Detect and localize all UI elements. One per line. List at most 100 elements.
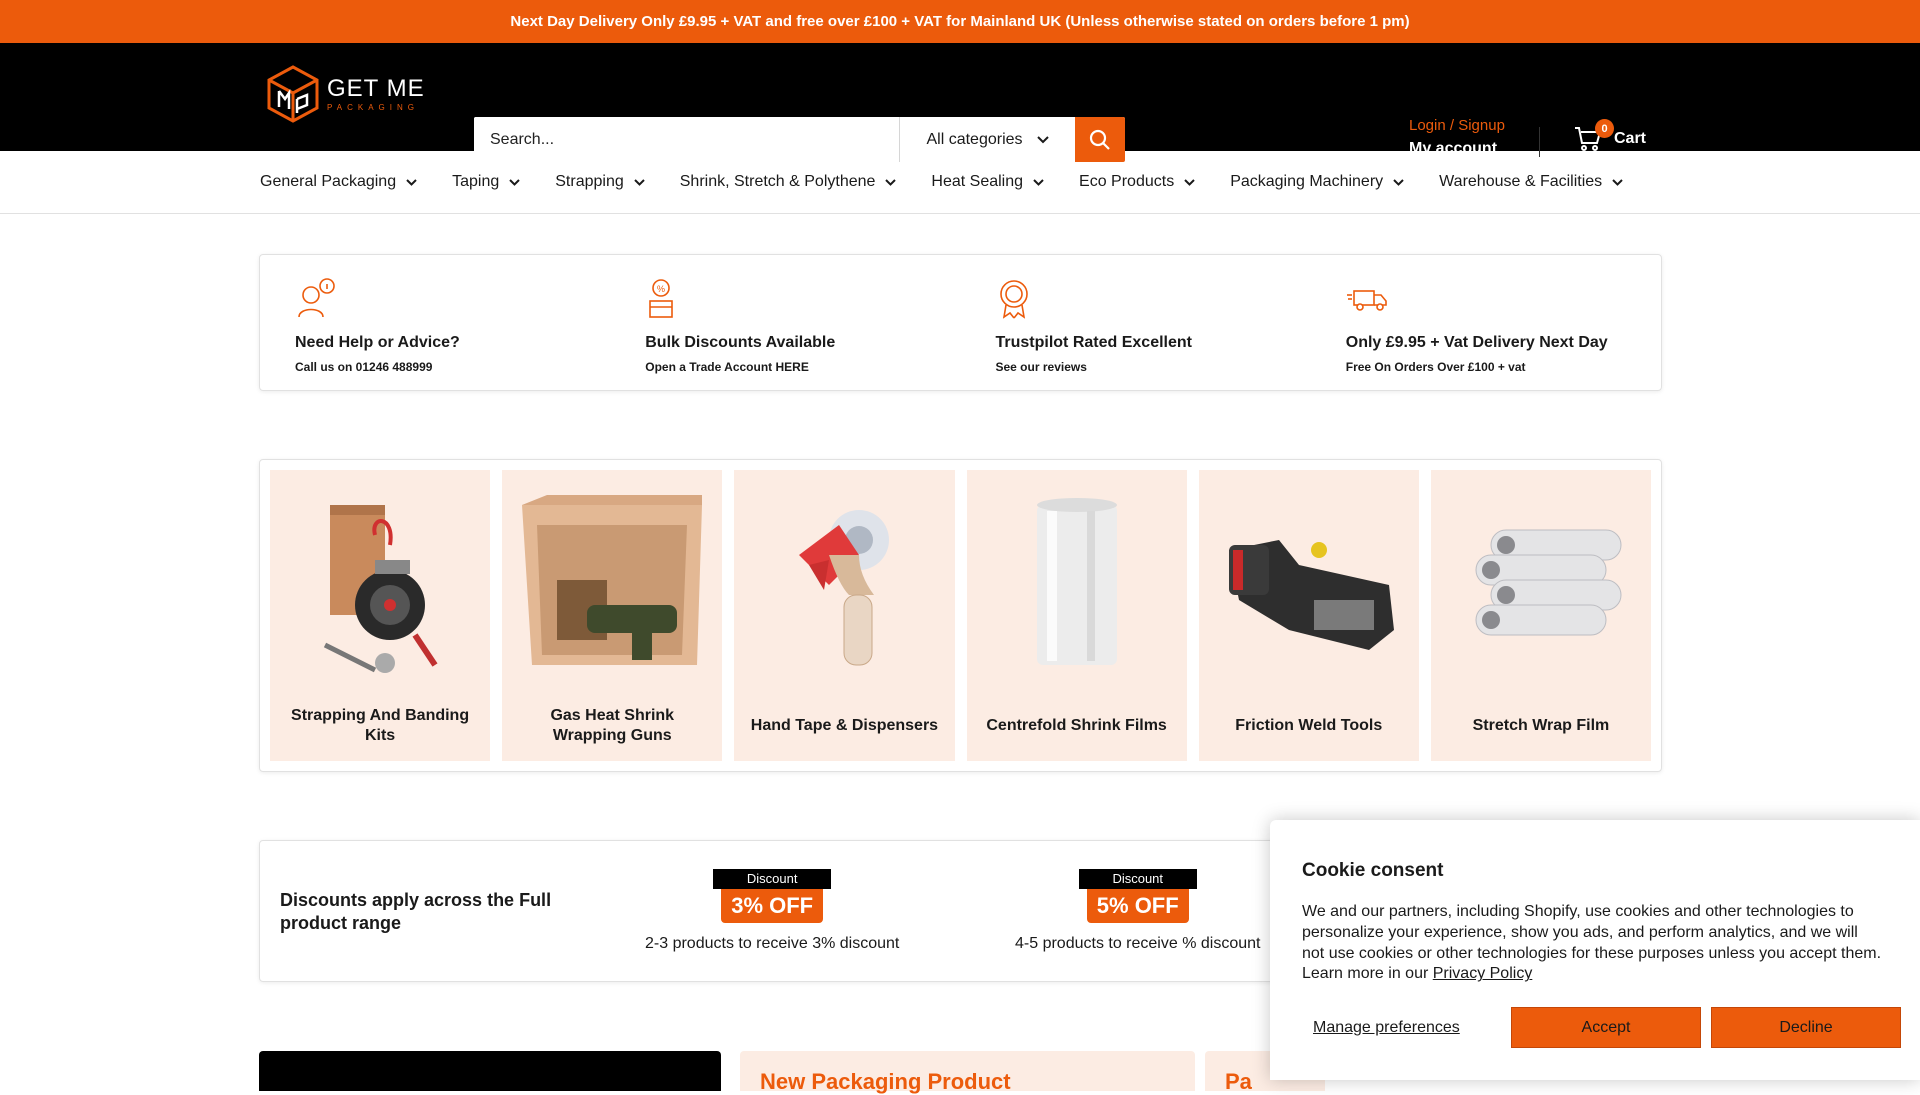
nav-item-strapping[interactable]: Strapping (555, 173, 645, 191)
promo-panel-new-products[interactable]: New Packaging Product (740, 1051, 1195, 1094)
nav-item-heat-sealing[interactable]: Heat Sealing (931, 173, 1044, 191)
award-badge-icon (999, 280, 1028, 319)
discount-amount: 3% OFF (721, 889, 824, 923)
category-card-friction-weld[interactable]: Friction Weld Tools (1198, 470, 1419, 761)
category-grid: Strapping And Banding Kits Gas Heat Shri… (259, 459, 1662, 772)
feature-subtitle: Free On Orders Over £100 + vat (1345, 360, 1526, 374)
cart-button[interactable]: 0 Cart (1574, 119, 1647, 153)
category-label: Centrefold Shrink Films (986, 717, 1167, 734)
nav-item-label: Taping (452, 173, 500, 190)
discount-description: 4-5 products to receive % discount (1015, 935, 1261, 952)
discount-badge: Discount 3% OFF (713, 869, 832, 923)
category-card-strapping-kits[interactable]: Strapping And Banding Kits (270, 470, 491, 761)
category-card-centrefold-films[interactable]: Centrefold Shrink Films (966, 470, 1187, 761)
promo-panel-heading: New Packaging Product (760, 1069, 1011, 1094)
search-bar: All categories (474, 117, 1125, 162)
promo-panel-dark (259, 1051, 721, 1091)
nav-item-label: Heat Sealing (931, 173, 1024, 190)
brand-logo[interactable]: GET ME PACKAGING (267, 65, 425, 123)
announcement-bar: Next Day Delivery Only £9.95 + VAT and f… (0, 0, 1920, 43)
account-area: Login / Signup My account (1409, 117, 1505, 158)
feature-title: Need Help or Advice? (295, 334, 460, 351)
search-button[interactable] (1075, 117, 1125, 162)
feature-title: Trustpilot Rated Excellent (995, 334, 1192, 351)
cookie-title: Cookie consent (1302, 860, 1444, 881)
chevron-down-icon (509, 178, 520, 186)
category-image (270, 470, 490, 700)
announcement-text: Next Day Delivery Only £9.95 + VAT and f… (510, 13, 1410, 30)
nav-item-label: Shrink, Stretch & Polythene (679, 173, 876, 190)
search-input[interactable] (474, 117, 899, 162)
chevron-down-icon (1184, 178, 1195, 186)
nav-item-general-packaging[interactable]: General Packaging (260, 173, 417, 191)
feature-title: Only £9.95 + Vat Delivery Next Day (1345, 334, 1608, 351)
delivery-truck-icon (1346, 290, 1387, 311)
feature-title: Bulk Discounts Available (645, 334, 836, 351)
cookie-body: We and our partners, including Shopify, … (1302, 902, 1882, 985)
nav-item-label: Warehouse & Facilities (1439, 173, 1603, 190)
chevron-down-icon (885, 178, 897, 186)
chevron-down-icon (1033, 178, 1044, 186)
feature-subtitle: See our reviews (995, 360, 1087, 374)
discount-tier-3: Discount 3% OFF 2-3 products to receive … (645, 869, 899, 953)
nav-item-label: General Packaging (260, 173, 397, 190)
feature-subtitle: Open a Trade Account HERE (645, 360, 809, 374)
category-select[interactable]: All categories (899, 117, 1075, 162)
logo-text: GET ME PACKAGING (327, 74, 425, 112)
discount-description: 2-3 products to receive 3% discount (645, 935, 900, 952)
category-card-stretch-wrap[interactable]: Stretch Wrap Film (1430, 470, 1652, 761)
nav-item-packaging-machinery[interactable]: Packaging Machinery (1230, 173, 1404, 191)
manage-preferences-link[interactable]: Manage preferences (1313, 1019, 1501, 1037)
chevron-down-icon (1393, 178, 1404, 186)
discount-ribbon: Discount (1078, 869, 1197, 889)
feature-subtitle: Call us on 01246 488999 (295, 360, 433, 374)
category-select-label: All categories (926, 130, 1023, 148)
nav-item-eco-products[interactable]: Eco Products (1079, 173, 1195, 191)
category-card-hand-tape[interactable]: Hand Tape & Dispensers (734, 470, 955, 761)
my-account-link[interactable]: My account (1409, 140, 1505, 158)
logo-tagline: PACKAGING (327, 102, 419, 112)
discount-title: Discounts apply across the Full product … (280, 890, 552, 933)
feature-help[interactable]: Need Help or Advice? Call us on 01246 48… (260, 255, 610, 390)
header-divider (1539, 127, 1540, 157)
feature-trustpilot[interactable]: Trustpilot Rated Excellent See our revie… (961, 255, 1311, 390)
category-label: Stretch Wrap Film (1472, 717, 1610, 734)
category-label: Hand Tape & Dispensers (750, 717, 939, 734)
logo-cube-icon (267, 65, 319, 123)
nav-item-warehouse[interactable]: Warehouse & Facilities (1439, 173, 1623, 191)
cookie-body-text: We and our partners, including Shopify, … (1302, 903, 1882, 983)
logo-name: GET ME (327, 74, 425, 102)
chevron-down-icon (406, 178, 417, 186)
support-agent-icon (298, 278, 335, 318)
privacy-policy-link[interactable]: Privacy Policy (1433, 965, 1533, 982)
chevron-down-icon (1036, 135, 1049, 143)
discount-tier-5: Discount 5% OFF 4-5 products to receive … (1015, 869, 1260, 953)
search-icon (1089, 129, 1110, 150)
category-image (734, 470, 954, 700)
category-label: Gas Heat Shrink Wrapping Guns (550, 707, 675, 744)
site-header: GET ME PACKAGING All categories Login / … (0, 43, 1920, 162)
cart-count-badge: 0 (1595, 119, 1614, 138)
nav-item-label: Strapping (555, 173, 624, 190)
svg-text:%: % (657, 284, 665, 294)
chevron-down-icon (634, 178, 645, 186)
nav-item-label: Packaging Machinery (1230, 173, 1384, 190)
chevron-down-icon (1612, 178, 1623, 186)
cart-icon: 0 (1574, 119, 1614, 153)
discount-ribbon: Discount (713, 869, 832, 889)
category-label: Friction Weld Tools (1235, 717, 1383, 734)
cart-label: Cart (1614, 130, 1647, 147)
nav-item-shrink-stretch[interactable]: Shrink, Stretch & Polythene (680, 173, 897, 191)
cookie-actions: Manage preferences Accept Decline (1302, 1007, 1901, 1048)
discount-box-icon: % (649, 279, 674, 318)
category-image (1431, 470, 1651, 700)
nav-item-taping[interactable]: Taping (452, 173, 520, 191)
login-signup-link[interactable]: Login / Signup (1409, 117, 1505, 134)
category-image (502, 470, 722, 700)
feature-delivery[interactable]: Only £9.95 + Vat Delivery Next Day Free … (1311, 255, 1661, 390)
discount-amount: 5% OFF (1086, 889, 1189, 923)
decline-button[interactable]: Decline (1711, 1007, 1901, 1048)
accept-button[interactable]: Accept (1511, 1007, 1701, 1048)
category-card-heat-guns[interactable]: Gas Heat Shrink Wrapping Guns (502, 470, 723, 761)
feature-bulk-discounts[interactable]: % Bulk Discounts Available Open a Trade … (610, 255, 960, 390)
